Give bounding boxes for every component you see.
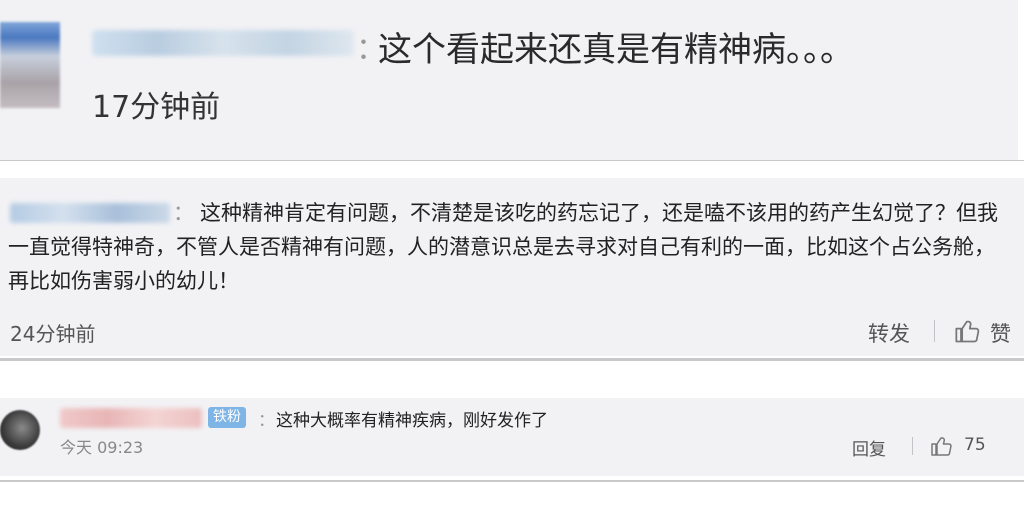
thumbs-up-icon[interactable] <box>954 317 982 345</box>
timestamp: 今天 09:23 <box>60 438 144 457</box>
comment-card-1: ： 这个看起来还真是有精神病。。。 17分钟前 <box>0 0 1018 160</box>
comment-card-3: 铁粉 ： 这种大概率有精神疾病，刚好发作了 今天 09:23 回复 75 <box>0 398 1024 476</box>
comment-text: 这种大概率有精神疾病，刚好发作了 <box>276 411 548 431</box>
thumbs-up-icon[interactable] <box>930 434 954 458</box>
colon: ： <box>258 411 275 431</box>
divider <box>0 358 1024 361</box>
comment-card-2: ：这种精神肯定有问题，不清楚是该吃的药忘记了，还是嗑不该用的药产生幻觉了？但我一… <box>0 178 1024 356</box>
colon: ： <box>173 201 194 225</box>
divider <box>0 160 1024 161</box>
reply-button[interactable]: 回复 <box>852 435 886 460</box>
fan-badge: 铁粉 <box>208 407 246 428</box>
comment-text: 这种精神肯定有问题，不清楚是该吃的药忘记了，还是嗑不该用的药产生幻觉了？但我一直… <box>8 201 998 293</box>
like-button[interactable]: 赞 <box>990 318 1011 348</box>
timestamp: 24分钟前 <box>10 322 96 346</box>
username-blurred[interactable] <box>60 408 202 428</box>
comment-body: ：这种精神肯定有问题，不清楚是该吃的药忘记了，还是嗑不该用的药产生幻觉了？但我一… <box>8 196 1012 298</box>
comment-text: 这个看起来还真是有精神病。。。 <box>378 30 854 70</box>
share-button[interactable]: 转发 <box>868 318 910 348</box>
avatar[interactable] <box>0 410 40 450</box>
timestamp: 17分钟前 <box>92 90 221 125</box>
action-divider <box>912 437 913 455</box>
divider <box>0 480 1024 482</box>
username-blurred[interactable] <box>92 30 354 56</box>
avatar[interactable] <box>0 22 60 108</box>
action-divider <box>934 320 935 342</box>
like-count[interactable]: 75 <box>964 435 986 455</box>
